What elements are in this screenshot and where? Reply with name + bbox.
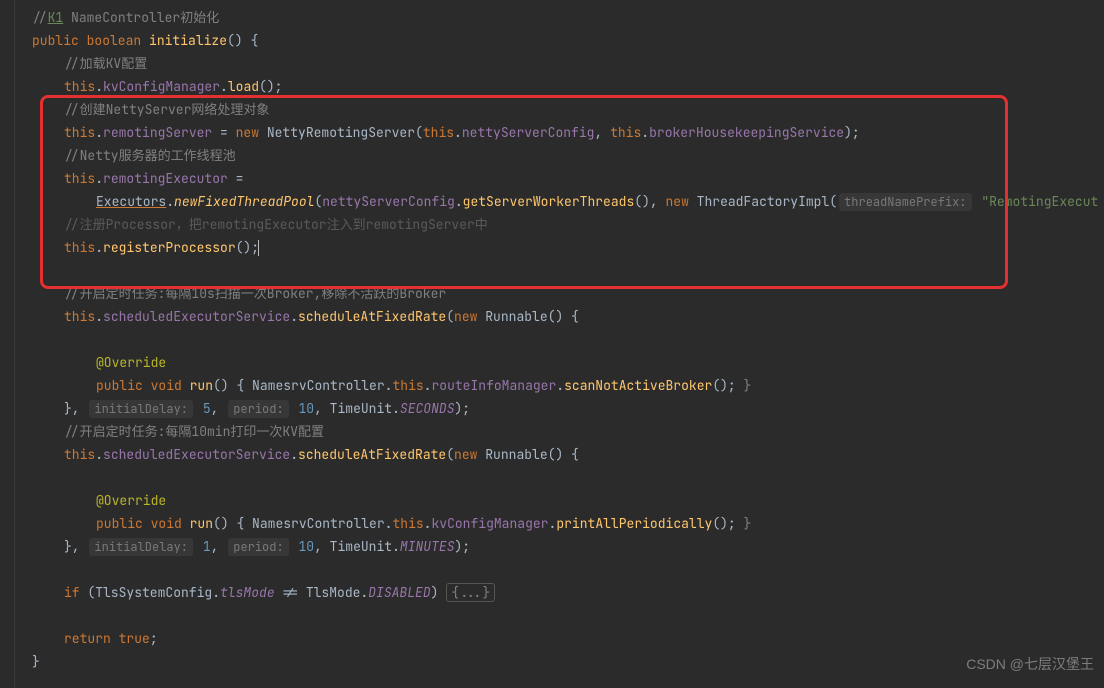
code-line[interactable]: }, initialDelay: 5, period: 10, TimeUnit… [16, 397, 1104, 420]
code-line[interactable]: //创建NettyServer网络处理对象 [16, 98, 1104, 121]
code-line[interactable]: return true; [16, 627, 1104, 650]
code-line[interactable]: this.kvConfigManager.load(); [16, 75, 1104, 98]
keyword: public [32, 32, 87, 49]
code-line[interactable]: //开启定时任务:每隔10min打印一次KV配置 [16, 420, 1104, 443]
parameter-hint: period: [228, 538, 288, 556]
code-line[interactable] [16, 604, 1104, 627]
code-line[interactable]: //加载KV配置 [16, 52, 1104, 75]
comment: //注册Processor，把remotingExecutor注入到remoti… [64, 216, 488, 233]
comment: //创建NettyServer网络处理对象 [64, 101, 269, 118]
annotation: @Override [96, 354, 166, 371]
code-line[interactable]: Executors.newFixedThreadPool(nettyServer… [16, 190, 1104, 213]
code-line[interactable]: //注册Processor，把remotingExecutor注入到remoti… [16, 213, 1104, 236]
code-line[interactable]: } [16, 650, 1104, 673]
code-line[interactable]: this.remotingExecutor = [16, 167, 1104, 190]
parameter-hint: initialDelay: [89, 400, 193, 418]
code-line[interactable]: public void run() { NamesrvController.th… [16, 512, 1104, 535]
parameter-hint: initialDelay: [89, 538, 193, 556]
code-line[interactable] [16, 466, 1104, 489]
code-line[interactable]: //开启定时任务:每隔10s扫描一次Broker,移除不活跃的Broker [16, 282, 1104, 305]
keyword: boolean [87, 32, 149, 49]
code-line[interactable] [16, 328, 1104, 351]
code-line[interactable]: this.registerProcessor(); [16, 236, 1104, 259]
code-line[interactable]: public void run() { NamesrvController.th… [16, 374, 1104, 397]
code-line[interactable]: this.scheduledExecutorService.scheduleAt… [16, 443, 1104, 466]
code-line[interactable]: @Override [16, 351, 1104, 374]
watermark: CSDN @七层汉堡王 [966, 653, 1094, 676]
parameter-hint: threadNamePrefix: [839, 193, 971, 211]
parameter-hint: period: [228, 400, 288, 418]
code-line[interactable]: if (TlsSystemConfig.tlsMode != TlsMode.D… [16, 581, 1104, 604]
code-line[interactable] [16, 259, 1104, 282]
code-line[interactable]: //K1 NameController初始化 [16, 6, 1104, 29]
method-name: initialize [149, 32, 227, 49]
code-line[interactable]: @Override [16, 489, 1104, 512]
code-line[interactable]: }, initialDelay: 1, period: 10, TimeUnit… [16, 535, 1104, 558]
code-editor[interactable]: //K1 NameController初始化 public boolean in… [0, 0, 1104, 673]
comment: //开启定时任务:每隔10min打印一次KV配置 [64, 423, 324, 440]
code-line[interactable]: this.remotingServer = new NettyRemotingS… [16, 121, 1104, 144]
code-fold[interactable]: {...} [446, 583, 495, 602]
code-line[interactable]: //Netty服务器的工作线程池 [16, 144, 1104, 167]
comment: //加载KV配置 [64, 55, 147, 72]
code-line[interactable]: public boolean initialize() { [16, 29, 1104, 52]
comment: //Netty服务器的工作线程池 [64, 147, 236, 164]
code-line[interactable]: this.scheduledExecutorService.scheduleAt… [16, 305, 1104, 328]
code-line[interactable] [16, 558, 1104, 581]
cursor [258, 240, 259, 256]
annotation: @Override [96, 492, 166, 509]
comment: //开启定时任务:每隔10s扫描一次Broker,移除不活跃的Broker [64, 285, 446, 302]
comment: //K1 NameController初始化 [32, 9, 219, 26]
